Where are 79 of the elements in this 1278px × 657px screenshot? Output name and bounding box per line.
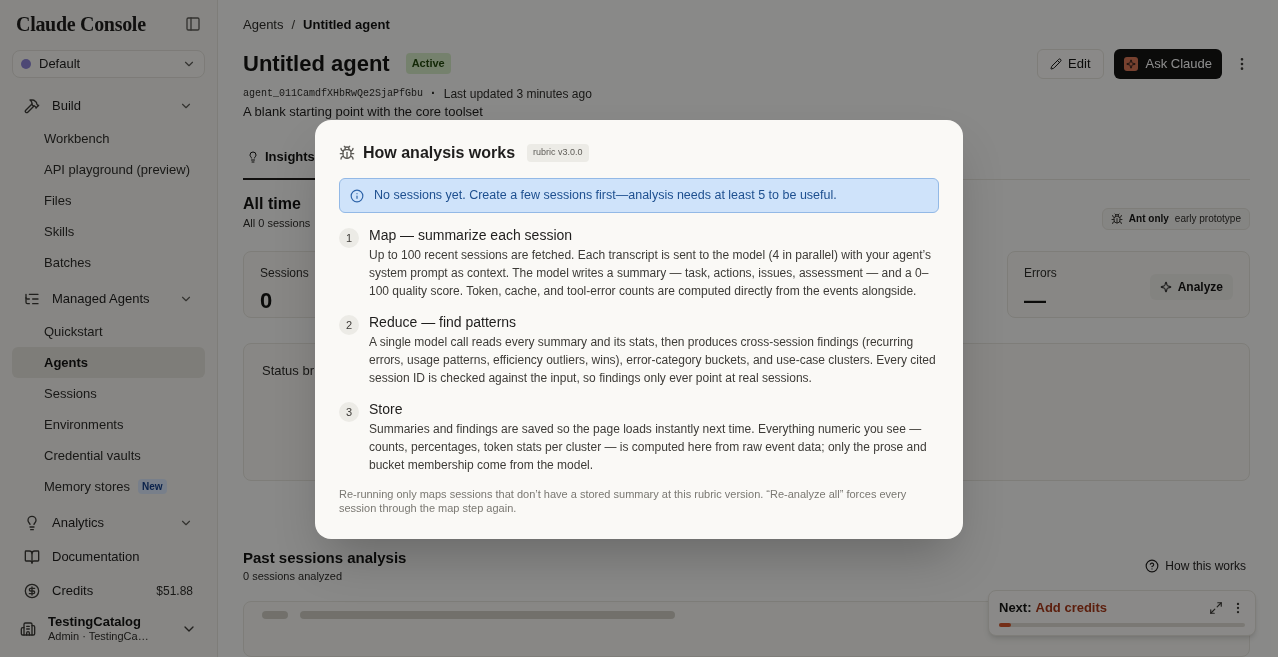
tag-label: Ant only [1128, 212, 1169, 227]
dialog-title: How analysis works [363, 143, 516, 163]
breadcrumb-link[interactable]: Untitled agent [303, 15, 390, 35]
edit-button[interactable]: Edit [1037, 48, 1104, 79]
stat-label: Sessions [260, 264, 309, 282]
new-label: New [137, 479, 167, 494]
step-description: A single model call reads every summary and its stats, then produces cross-session findings (recurring errors, usage patterns, efficiency outliers, wins), error-category buckets, and use-case clusters. Every cited session ID is checked against the input, so findings only ever point at real sessions. [369, 334, 937, 387]
step-number: 2 [339, 315, 359, 335]
next-label: Next: [999, 599, 1032, 618]
step-title: Reduce — find patterns [369, 313, 518, 332]
credit-balance: $51.88 [156, 583, 193, 600]
help-button[interactable]: How this works [1141, 554, 1250, 579]
breadcrumb-link[interactable]: Agents [243, 15, 284, 35]
sparkle-tile-icon [1123, 56, 1138, 71]
account-name: TestingCatalog [48, 614, 142, 631]
breadcrumb-separator: / [291, 16, 296, 34]
stat-label: Errors [1024, 264, 1057, 282]
stat-value: — [1024, 286, 1047, 315]
sidebar-item[interactable]: Memory stores New [12, 471, 205, 502]
ask-claude-button[interactable]: Ask Claude [1113, 48, 1222, 79]
tag-note: early prototype [1174, 212, 1241, 227]
sidebar-item[interactable]: Credential vaults [12, 440, 205, 471]
sidebar-section[interactable]: Build [12, 89, 205, 123]
next-action-link[interactable]: Add credits [1035, 598, 1108, 618]
stat-value: 0 [260, 286, 274, 315]
sidebar-link[interactable]: Credits $51.88 [12, 574, 205, 608]
hammer-icon [24, 98, 40, 114]
step-number: 3 [339, 402, 359, 422]
sidebar-item[interactable]: Environments [12, 409, 205, 440]
info-icon [350, 188, 364, 203]
lightbulb-icon [247, 150, 259, 163]
sidebar-item[interactable]: Quickstart [12, 316, 205, 347]
expand-icon[interactable] [1209, 601, 1223, 615]
step-description: Up to 100 recent sessions are fetched. Each transcript is sent to the model (4 in parallel) with your agent’s system prompt as context. The model writes a summary — task, actions, issues, assessment — and a 0–100 quality score. Token, cache, and tool-error counts are computed directly from the events alongside. [369, 247, 933, 300]
sidebar-item[interactable]: Skills [12, 216, 205, 247]
status-label: Active [405, 53, 451, 74]
sidebar-item[interactable]: Workbench [12, 123, 205, 154]
agent-description: A blank starting point with the core toolset [243, 103, 483, 120]
workspace-dropdown[interactable]: Default [12, 50, 205, 78]
help-icon [1145, 559, 1160, 574]
account-switcher[interactable]: TestingCatalog Admin · TestingCa… [12, 612, 205, 646]
building-icon [20, 621, 36, 637]
bug-icon [1110, 212, 1123, 225]
sidebar-item[interactable]: Files [12, 185, 205, 216]
page-title: Untitled agent [243, 50, 390, 78]
dialog-footnote: Re-running only maps sessions that don’t have a stored summary at this rubric version. “Re-analyze all” forces every session through the map step again. [339, 487, 908, 515]
step-number: 1 [339, 228, 359, 248]
sidebar-item[interactable]: Agents [12, 347, 205, 378]
dollar-coin-icon [24, 583, 40, 599]
step-description: Summaries and findings are saved so the page loads instantly next time. Everything numeric you see — counts, percentages, token stats per cluster — is computed here from raw event data; only the prose and bucket membership come from the model. [369, 421, 928, 474]
section-title: Past sessions analysis [243, 548, 407, 569]
lightbulb-icon [24, 515, 40, 531]
section-subtitle: 0 sessions analyzed [243, 569, 344, 585]
section-subtitle: All 0 sessions [243, 215, 311, 231]
sidebar-item[interactable]: Sessions [12, 378, 205, 409]
version-label: rubric v3.0.0 [527, 144, 589, 162]
last-updated: Last updated 3 minutes ago [443, 85, 592, 103]
sparkle-icon [1159, 280, 1172, 293]
panel-title: Status br [262, 362, 315, 378]
sidebar-section[interactable]: Managed Agents [12, 282, 205, 316]
book-icon [24, 549, 40, 565]
sidebar-item[interactable]: API playground (preview) [12, 154, 205, 185]
skeleton-bar [262, 611, 288, 620]
app-logo: Claude Console [16, 12, 146, 37]
sidebar-toggle-icon[interactable] [185, 16, 201, 32]
agent-id: agent_011CamdfXHbRwQe2SjaPfGbu [243, 87, 424, 101]
sidebar-link[interactable]: Documentation [12, 540, 205, 574]
sidebar-item[interactable]: Batches [12, 247, 205, 278]
section-title: All time [243, 193, 302, 214]
meta-separator: · [431, 84, 436, 103]
sidebar-section[interactable]: Analytics [12, 506, 205, 540]
analyze-button[interactable]: Analyze [1149, 273, 1233, 300]
pencil-icon [1050, 57, 1063, 70]
list-tree-icon [24, 291, 40, 307]
bug-icon [339, 145, 355, 161]
step-title: Map — summarize each session [369, 226, 574, 245]
account-detail: Admin · TestingCa… [48, 630, 150, 644]
alert-message: No sessions yet. Create a few sessions first—analysis needs at least 5 to be useful. [374, 187, 837, 205]
step-title: Store [369, 400, 404, 419]
